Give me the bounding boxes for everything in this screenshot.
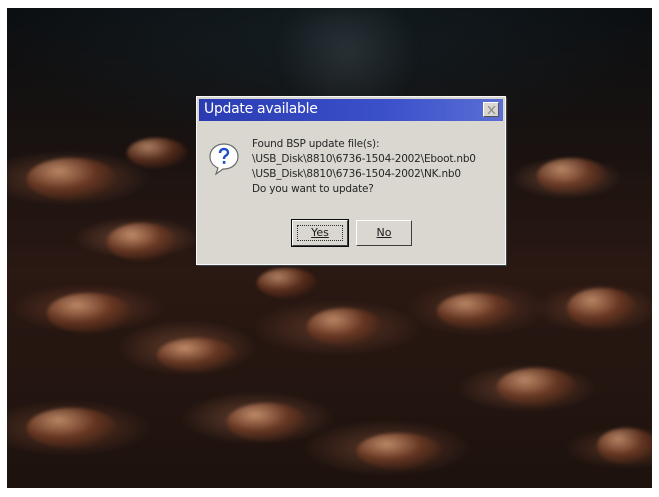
wallpaper-bean	[257, 268, 317, 298]
close-icon	[487, 106, 496, 114]
wallpaper-bean	[437, 293, 517, 329]
wallpaper-bean	[497, 368, 577, 406]
wallpaper-bean	[227, 403, 307, 441]
message-line: \USB_Disk\8810\6736-1504-2002\NK.nb0	[252, 168, 461, 180]
no-button-label: No	[376, 226, 392, 239]
question-icon	[209, 143, 239, 176]
update-dialog: Update available Found BSP update file(s…	[196, 96, 506, 265]
dialog-message: Found BSP update file(s): \USB_Disk\8810…	[252, 137, 476, 197]
photo-frame: Update available Found BSP update file(s…	[0, 0, 659, 497]
dialog-title: Update available	[204, 101, 318, 117]
yes-button-label: Yes	[311, 226, 329, 239]
wallpaper-bean	[597, 428, 652, 464]
wallpaper-bean	[357, 433, 442, 469]
wallpaper-bean	[537, 158, 607, 194]
wallpaper-bean	[127, 138, 187, 168]
wallpaper-bean	[307, 308, 382, 346]
wallpaper-bean	[567, 288, 637, 328]
dialog-titlebar[interactable]: Update available	[199, 99, 503, 121]
wallpaper-bean	[27, 158, 117, 200]
message-line: Do you want to update?	[252, 183, 374, 195]
yes-button[interactable]: Yes	[291, 219, 349, 247]
close-button[interactable]	[483, 102, 499, 117]
no-button[interactable]: No	[356, 220, 412, 246]
message-line: \USB_Disk\8810\6736-1504-2002\Eboot.nb0	[252, 153, 476, 165]
message-line: Found BSP update file(s):	[252, 138, 380, 150]
wallpaper-bean	[47, 293, 132, 333]
wallpaper-bean	[27, 408, 117, 448]
wallpaper-bean	[157, 338, 237, 372]
wallpaper-bean	[107, 223, 177, 261]
